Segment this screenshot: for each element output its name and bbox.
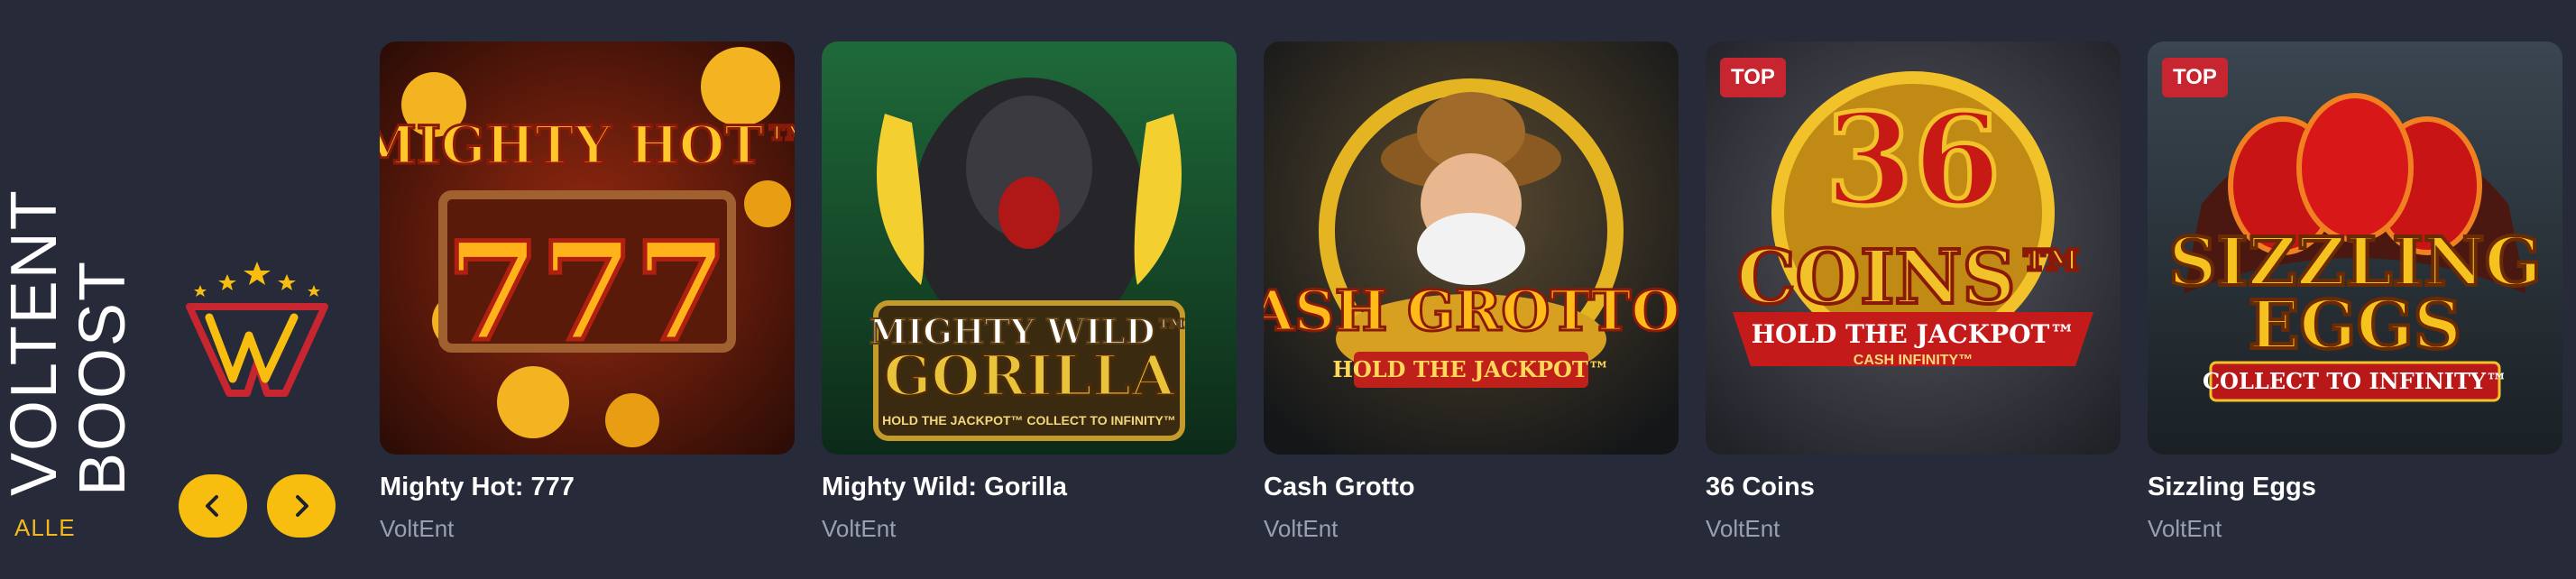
prev-button[interactable]	[179, 474, 247, 538]
art-tagline-2: CASH INFINITY™	[1854, 353, 1973, 368]
game-thumbnail[interactable]: MIGHTY HOT™ 777	[380, 41, 795, 455]
art-title: CASH GROTTO™	[1264, 278, 1679, 344]
game-card[interactable]: CASH GROTTO™ HOLD THE JACKPOT™ Cash Grot…	[1264, 41, 1679, 543]
game-provider: VoltEnt	[2148, 515, 2222, 542]
art-title: 36	[1826, 87, 2001, 234]
art-subtitle: HOLD THE JACKPOT™	[1332, 356, 1610, 382]
game-title[interactable]: 36 Coins	[1706, 473, 2121, 502]
chevron-left-icon	[206, 495, 218, 517]
voltent-logo	[186, 262, 328, 397]
top-badge: TOP	[2162, 58, 2228, 97]
game-thumbnail[interactable]: CASH GROTTO™ HOLD THE JACKPOT™	[1264, 41, 1679, 455]
section-title-line2: BOOST	[67, 259, 139, 496]
section-title-line1: VOLTENT	[0, 188, 70, 496]
game-provider: VoltEnt	[1706, 515, 1780, 542]
game-card[interactable]: MIGHTY HOT™ 777 Mighty Hot: 777 VoltEnt	[380, 41, 795, 543]
art-subtitle: GORILLA	[884, 343, 1176, 409]
game-thumbnail[interactable]: MIGHTY WILD™ GORILLA HOLD THE JACKPOT™ C…	[822, 41, 1237, 455]
art-subtitle: EGGS	[2249, 287, 2461, 364]
game-card[interactable]: 36 COINS™ HOLD THE JACKPOT™ CASH INFINIT…	[1706, 41, 2121, 543]
game-title[interactable]: Cash Grotto	[1264, 473, 1679, 502]
game-thumbnail[interactable]: SIZZLING EGGS COLLECT TO INFINITY™ TOP	[2148, 41, 2562, 455]
game-title[interactable]: Mighty Hot: 777	[380, 473, 795, 502]
art-title: MIGHTY HOT™	[380, 115, 795, 176]
art-subtitle: 777	[446, 213, 728, 372]
game-thumbnail[interactable]: 36 COINS™ HOLD THE JACKPOT™ CASH INFINIT…	[1706, 41, 2121, 455]
all-link[interactable]: ALLE	[14, 514, 76, 542]
top-badge: TOP	[1720, 58, 1786, 97]
art-tagline: COLLECT TO INFINITY™	[2203, 368, 2507, 394]
section-header: VOLTENT BOOST ALLE	[0, 0, 361, 579]
game-card[interactable]: SIZZLING EGGS COLLECT TO INFINITY™ TOP S…	[2148, 41, 2562, 543]
art-subtitle: COINS™	[1736, 234, 2089, 321]
game-provider: VoltEnt	[380, 515, 455, 542]
chevron-right-icon	[296, 495, 308, 517]
game-title[interactable]: Sizzling Eggs	[2148, 473, 2562, 502]
game-provider: VoltEnt	[822, 515, 897, 542]
next-button[interactable]	[267, 474, 336, 538]
game-provider: VoltEnt	[1264, 515, 1339, 542]
game-title[interactable]: Mighty Wild: Gorilla	[822, 473, 1237, 502]
game-card[interactable]: MIGHTY WILD™ GORILLA HOLD THE JACKPOT™ C…	[822, 41, 1237, 543]
art-tagline: HOLD THE JACKPOT™	[1752, 319, 2075, 349]
art-tagline: HOLD THE JACKPOT™ COLLECT TO INFINITY™	[882, 413, 1176, 427]
